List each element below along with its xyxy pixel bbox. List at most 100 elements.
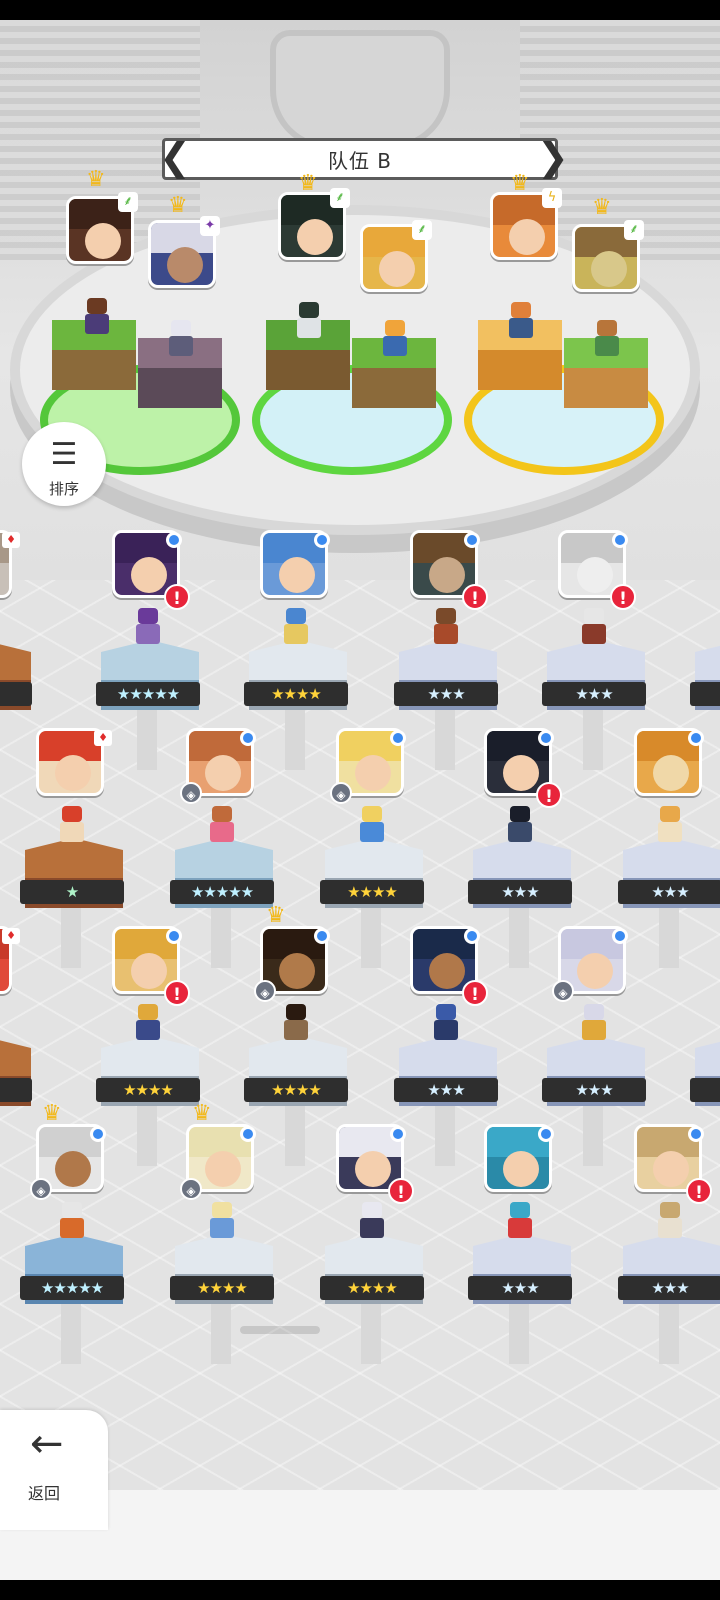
scroll-indicator <box>240 1326 320 1334</box>
new-indicator-icon <box>240 730 256 746</box>
team-hero-sprite[interactable] <box>166 320 196 358</box>
roster-hero-card[interactable]: ! ★★★★★ <box>96 530 206 770</box>
star-rating: ★★★★★ <box>170 880 274 904</box>
new-indicator-icon <box>612 532 628 548</box>
back-button[interactable]: ← 返回 <box>0 1410 108 1530</box>
team-hero-sprite[interactable] <box>506 302 536 340</box>
star-rating: ★★★ <box>542 1078 646 1102</box>
alert-icon: ! <box>164 584 190 610</box>
star-rating: ★★★ <box>618 1276 720 1300</box>
new-indicator-icon <box>688 730 704 746</box>
new-indicator-icon <box>90 1126 106 1142</box>
alert-icon: ! <box>610 584 636 610</box>
roster-hero-card[interactable]: ♛ ◈ ★★★★ <box>170 1103 280 1364</box>
roster-hero-card[interactable]: ! ★★★ <box>618 1124 720 1364</box>
roster-hero-card[interactable]: ! ★★★ <box>468 728 578 968</box>
alert-icon: ! <box>164 980 190 1006</box>
roster-hero-card[interactable]: ♦ ★ <box>20 728 130 968</box>
crown-icon: ♛ <box>266 903 286 928</box>
roster-hero-card[interactable]: ! ★★★ <box>394 926 504 1166</box>
sort-button[interactable]: ☰ 排序 <box>22 422 106 506</box>
star-rating: ★★★★ <box>244 682 348 706</box>
star-rating: ★★★★★ <box>96 682 200 706</box>
roster-hero-card[interactable]: ★★★ <box>690 530 720 730</box>
new-indicator-icon <box>240 1126 256 1142</box>
leaf-element-icon: ⸙ <box>330 188 350 208</box>
status-bar <box>0 0 720 20</box>
roster-hero-card[interactable]: ♦ ★ <box>0 530 38 730</box>
star-rating: ★★★★ <box>96 1078 200 1102</box>
star-rating: ★★★★ <box>320 880 424 904</box>
roster-hero-card[interactable]: ! ★★★ <box>542 530 652 770</box>
star-rating: ★ <box>0 682 32 706</box>
crown-icon: ♛ <box>510 171 530 196</box>
tier-icon: ◈ <box>180 782 202 804</box>
alert-icon: ! <box>536 782 562 808</box>
thunder-element-icon: ϟ <box>542 188 562 208</box>
star-rating: ★★★★ <box>320 1276 424 1300</box>
roster-hero-card[interactable]: ♦ ★ <box>0 926 38 1126</box>
leaf-element-icon: ⸙ <box>118 192 138 212</box>
new-indicator-icon <box>314 928 330 944</box>
star-rating: ★★★ <box>394 1078 498 1102</box>
new-indicator-icon <box>688 1126 704 1142</box>
team-title: 队伍 B <box>327 148 393 173</box>
roster-hero-card[interactable]: ◈ ★★★★★ <box>170 728 280 968</box>
new-indicator-icon <box>464 532 480 548</box>
bottom-strip <box>0 1490 720 1580</box>
tier-icon: ◈ <box>180 1178 202 1200</box>
crown-icon: ♛ <box>86 167 106 192</box>
star-rating: ★★★ <box>690 682 720 706</box>
team-hero-sprite[interactable] <box>380 320 410 358</box>
roster-hero-card[interactable]: ♛ ◈ ★★★★ <box>244 905 354 1166</box>
roster-hero-card[interactable]: ◈ ★★★★ <box>320 728 430 968</box>
star-rating: ★ <box>0 1078 32 1102</box>
previous-team-arrow-icon[interactable]: ❮ <box>159 138 191 180</box>
alert-icon: ! <box>686 1178 712 1204</box>
sort-icon: ☰ <box>50 437 78 472</box>
roster-hero-card[interactable]: ◈ ★★★ <box>542 926 652 1166</box>
alert-icon: ! <box>462 584 488 610</box>
crown-icon: ♛ <box>592 195 612 220</box>
rarity-icon: ♦ <box>2 928 20 944</box>
crown-icon: ♛ <box>42 1101 62 1126</box>
star-rating: ★★★ <box>468 880 572 904</box>
next-team-arrow-icon[interactable]: ❯ <box>537 138 569 180</box>
star-rating: ★ <box>20 880 124 904</box>
crown-icon: ♛ <box>298 171 318 196</box>
roster-hero-card[interactable]: ! ★★★★ <box>96 926 206 1166</box>
star-rating: ★★★★ <box>244 1078 348 1102</box>
roster-hero-card[interactable]: ★★★ <box>468 1124 578 1364</box>
tier-icon: ◈ <box>254 980 276 1002</box>
roster-hero-card[interactable]: ! ★★★ <box>394 530 504 770</box>
star-rating: ★★★ <box>618 880 720 904</box>
roster-hero-card[interactable]: ★★★★ <box>244 530 354 770</box>
star-rating: ★★★ <box>468 1276 572 1300</box>
leaf-element-icon: ⸙ <box>624 220 644 240</box>
star-rating: ★★★★★ <box>20 1276 124 1300</box>
star-rating: ★★★★ <box>170 1276 274 1300</box>
new-indicator-icon <box>166 532 182 548</box>
new-indicator-icon <box>314 532 330 548</box>
new-indicator-icon <box>538 1126 554 1142</box>
team-hero-sprite[interactable] <box>82 298 112 336</box>
arena-emblem <box>270 30 450 150</box>
new-indicator-icon <box>538 730 554 746</box>
roster-hero-card[interactable]: ★★★ <box>690 926 720 1126</box>
back-label: 返回 <box>27 1484 60 1503</box>
roster-hero-card[interactable]: ♛ ◈ ★★★★★ <box>20 1103 130 1364</box>
dark-element-icon: ✦ <box>200 216 220 236</box>
navigation-bar <box>0 1580 720 1600</box>
new-indicator-icon <box>464 928 480 944</box>
arrow-left-icon: ← <box>30 1421 64 1467</box>
new-indicator-icon <box>390 730 406 746</box>
rarity-icon: ♦ <box>2 532 20 548</box>
tier-icon: ◈ <box>330 782 352 804</box>
team-hero-sprite[interactable] <box>294 302 324 340</box>
roster-hero-card[interactable]: ! ★★★★ <box>320 1124 430 1364</box>
alert-icon: ! <box>388 1178 414 1204</box>
team-formation-screen: ❮ 队伍 B ❯ ♛ ⸙ ♛ ✦ ♛ ⸙ ⸙ ♛ ϟ ♛ ⸙ ☰ 排序 ! ★★… <box>0 20 720 1580</box>
crown-icon: ♛ <box>168 193 188 218</box>
roster-hero-card[interactable]: ★★★ <box>618 728 720 968</box>
team-hero-sprite[interactable] <box>592 320 622 358</box>
